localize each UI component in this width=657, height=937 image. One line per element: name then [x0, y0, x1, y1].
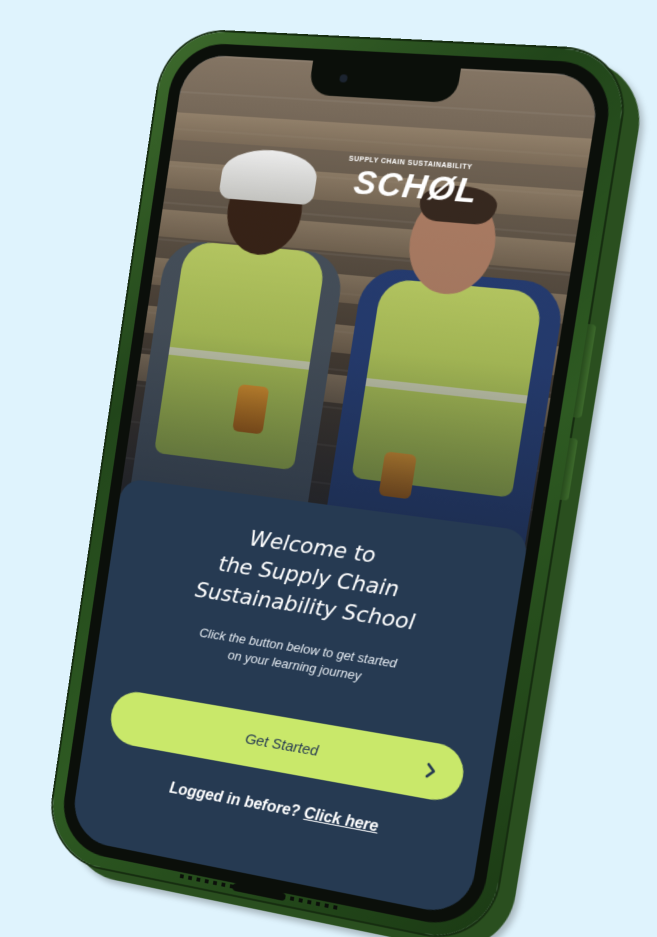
welcome-card: Welcome to the Supply Chain Sustainabili…: [69, 478, 529, 918]
login-prompt: Logged in before?: [168, 780, 301, 821]
phone-device: SUPPLY CHAIN SUSTAINABILITY SCHØL Welcom…: [45, 29, 632, 937]
chevron-right-icon: [423, 762, 438, 780]
hero-photo: SUPPLY CHAIN SUSTAINABILITY SCHØL: [118, 54, 601, 562]
login-link[interactable]: Click here: [303, 805, 380, 836]
page-stage: SUPPLY CHAIN SUSTAINABILITY SCHØL Welcom…: [0, 0, 657, 937]
camera-icon: [339, 74, 348, 82]
get-started-label: Get Started: [244, 730, 319, 759]
